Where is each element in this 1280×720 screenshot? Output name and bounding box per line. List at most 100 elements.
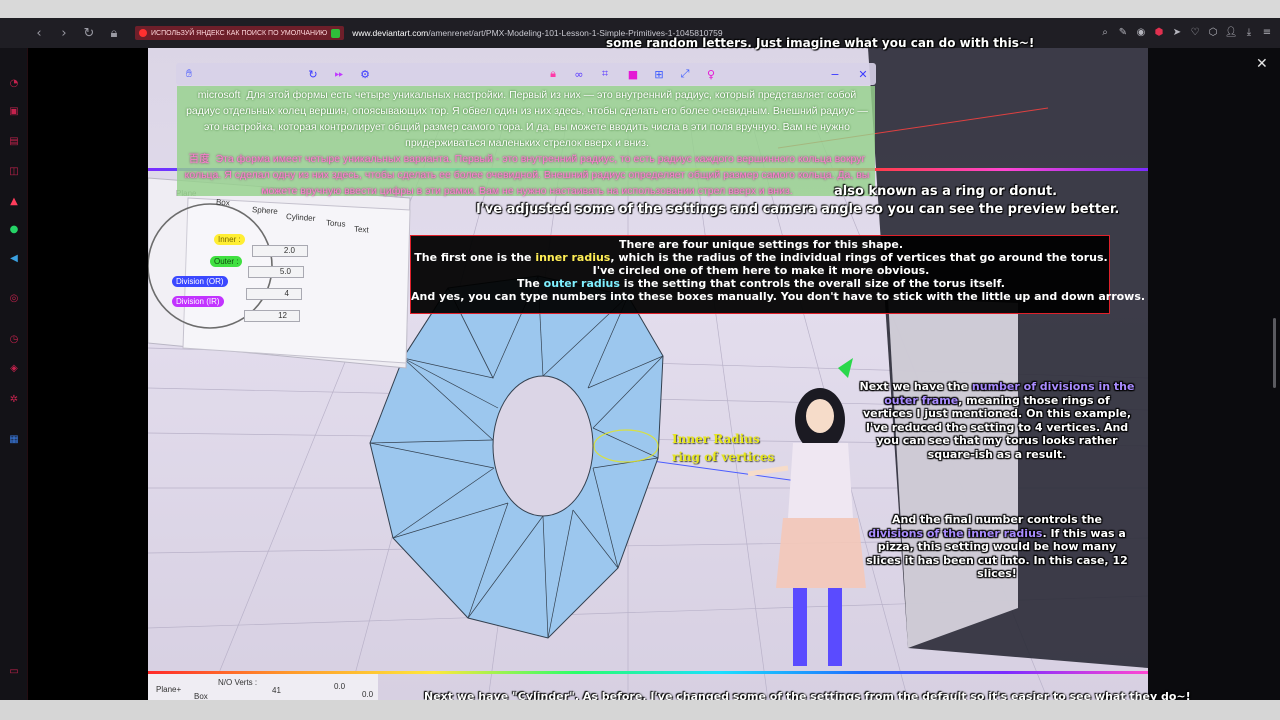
close-translator-icon[interactable]: ✕ — [856, 66, 870, 82]
inner-value-input[interactable]: 2.0 — [252, 245, 308, 257]
panel-tab-cylinder[interactable]: Cylinder — [286, 212, 316, 223]
send-icon[interactable]: ➤ — [1170, 23, 1184, 41]
link-icon[interactable]: ∞ — [572, 66, 586, 82]
gear-icon[interactable]: ⚙︎ — [358, 66, 372, 82]
nav-buttons: ‹ › ↻ 🔒︎ — [28, 22, 125, 44]
division-ir-value-input[interactable]: 12 — [244, 310, 300, 322]
box-line-2-b: , which is the radius of the individual … — [610, 251, 1108, 264]
bottom-value-nverts: 41 — [272, 686, 281, 695]
division-or-label: Division (OR) — [172, 276, 228, 287]
translator-toolbar: ✋︎ ↻ ⏩︎ ⚙︎ 🔒︎ ∞ ⌗ ■ ⊞ ⤢ ♀ − ✕ — [176, 63, 876, 85]
lock-icon: 🔒︎ — [110, 25, 118, 41]
whatsapp-icon[interactable]: ● — [7, 222, 21, 236]
final-highlight: divisions of the inner radius — [868, 526, 1043, 540]
panel-tab-torus[interactable]: Torus — [326, 218, 346, 228]
edit-icon[interactable]: ✎ — [1116, 23, 1130, 41]
annotation-line-1: Inner Radius — [672, 432, 760, 446]
box-line-5: And yes, you can type numbers into these… — [411, 290, 1146, 303]
url-domain: www.deviantart.com — [352, 28, 429, 38]
bottom-tab-box[interactable]: Box — [194, 692, 208, 700]
extension-icon[interactable]: ▦ — [7, 432, 21, 446]
player-icon[interactable]: ◎ — [7, 291, 21, 305]
caption-adjusted: I've adjusted some of the settings and c… — [476, 202, 1120, 217]
ms-translation-text: Для этой формы есть четыре уникальных на… — [186, 89, 868, 149]
shopping-bag-icon[interactable]: ▣ — [7, 104, 21, 118]
bottom-value-b: 0.0 — [362, 690, 374, 699]
bottom-tab-plane[interactable]: Plane+ — [156, 685, 181, 694]
panel-tab-box[interactable]: Box — [216, 198, 230, 208]
box-line-2: The first one is the inner radius, which… — [411, 251, 1111, 264]
profile-icon[interactable]: 👤︎ — [1224, 23, 1238, 41]
character-figure — [747, 358, 866, 666]
box-line-4: The outer radius is the setting that con… — [411, 277, 1111, 290]
div-a: Next we have the — [859, 380, 972, 393]
settings-icon[interactable]: ✲ — [7, 392, 21, 406]
cube-icon[interactable]: ⬡ — [1206, 23, 1220, 41]
os-bottom-bar — [0, 700, 1280, 720]
cube-sidebar-icon[interactable]: ◈ — [7, 361, 21, 375]
inner-radius-highlight-text: inner radius — [535, 251, 611, 264]
download-icon[interactable]: ⤓ — [1242, 23, 1256, 41]
final-a: And the final number controls the — [892, 513, 1102, 526]
drag-hand-icon[interactable]: ✋︎ — [182, 66, 196, 82]
caption-divisions-inner: And the final number controls the divisi… — [866, 513, 1128, 581]
fast-forward-icon[interactable]: ⏩︎ — [332, 66, 346, 82]
telegram-icon[interactable]: ◀ — [7, 251, 21, 265]
translation-baidu: 百度 Эта форма имеет четыре уникальных вари… — [180, 151, 874, 199]
outer-radius-highlight-text: outer radius — [543, 277, 620, 290]
division-or-value-input[interactable]: 4 — [246, 288, 302, 300]
lock-icon[interactable]: 🔒︎ — [546, 66, 560, 82]
inner-label: Inner : — [214, 234, 245, 245]
twitch-icon[interactable]: ▤ — [7, 134, 21, 148]
search-icon[interactable]: ⌕ — [1098, 23, 1112, 41]
square-icon[interactable]: ■ — [626, 66, 640, 82]
yandex-banner[interactable]: ИСПОЛЬЗУЙ ЯНДЕКС КАК ПОИСК ПО УМОЛЧАНИЮ — [135, 26, 345, 40]
browser-actions: ⌕ ✎ ◉ ⬢ ➤ ♡ ⬡ 👤︎ ⤓ ≡ — [1098, 23, 1274, 41]
caption-top-partial: some random letters. Just imagine what y… — [606, 36, 1035, 50]
os-top-bar — [0, 0, 1280, 18]
history-icon[interactable]: ◷ — [7, 332, 21, 346]
box-line-3: I've circled one of them here to make it… — [592, 264, 930, 277]
browser-sidebar: ◔ ▣ ▤ ◫ ▲ ● ◀ ◎ ◷ ◈ ✲ ▦ ▭ — [0, 48, 28, 700]
camera-icon[interactable]: ◉ — [1134, 23, 1148, 41]
panel-tab-text[interactable]: Text — [354, 224, 369, 234]
explanation-box: There are four unique settings for this … — [410, 235, 1146, 314]
page-right-margin — [1148, 48, 1280, 700]
expand-icon[interactable]: ⤢ — [678, 66, 692, 82]
bottom-value-a: 0.0 — [334, 682, 346, 691]
aria-icon[interactable]: ▲ — [7, 194, 21, 208]
pin-icon[interactable]: ♀ — [704, 66, 718, 82]
box-line-2-a: The first one is the — [414, 251, 536, 264]
caption-divisions-outer: Next we have the number of divisions in … — [858, 380, 1136, 461]
speed-dial-icon[interactable]: ◔ — [7, 76, 21, 90]
division-ir-label: Division (IR) — [172, 296, 224, 307]
outer-label: Outer : — [210, 256, 243, 267]
minimize-icon[interactable]: − — [828, 66, 842, 82]
outer-value-input[interactable]: 5.0 — [248, 266, 304, 278]
heart-icon[interactable]: ♡ — [1188, 23, 1202, 41]
reload-icon[interactable]: ↻ — [78, 22, 100, 44]
menu-icon[interactable]: ≡ — [1260, 23, 1274, 41]
yandex-accept-icon[interactable] — [331, 28, 341, 38]
torus-mesh — [369, 275, 664, 639]
back-icon[interactable]: ‹ — [28, 22, 50, 44]
inner-radius-annotation: Inner Radius ring of vertices — [672, 430, 774, 466]
box-line-4-b: is the setting that controls the overall… — [619, 277, 1005, 290]
rainbow-divider-bottom — [148, 671, 1148, 674]
shield-icon[interactable]: ⬢ — [1152, 23, 1166, 41]
scrollbar-thumb[interactable] — [1273, 318, 1276, 388]
baidu-source-label: 百度 — [188, 153, 210, 165]
box-line-1: There are four unique settings for this … — [618, 238, 904, 251]
close-icon[interactable]: ✕ — [1256, 56, 1268, 72]
wallet-icon[interactable]: ▭ — [7, 664, 21, 678]
crop-icon[interactable]: ⌗ — [598, 66, 612, 82]
instagram-icon[interactable]: ◫ — [7, 164, 21, 178]
bottom-label-nverts: N/O Verts : — [218, 678, 258, 687]
yandex-banner-text: ИСПОЛЬЗУЙ ЯНДЕКС КАК ПОИСК ПО УМОЛЧАНИЮ — [151, 29, 328, 37]
panel-tab-sphere[interactable]: Sphere — [252, 205, 278, 216]
baidu-translation-text: Эта форма имеет четыре уникальных вариан… — [184, 153, 870, 197]
annotation-line-2: ring of vertices — [672, 450, 775, 464]
windows-icon[interactable]: ⊞ — [652, 66, 666, 82]
refresh-icon[interactable]: ↻ — [306, 66, 320, 82]
forward-icon[interactable]: › — [53, 22, 75, 44]
